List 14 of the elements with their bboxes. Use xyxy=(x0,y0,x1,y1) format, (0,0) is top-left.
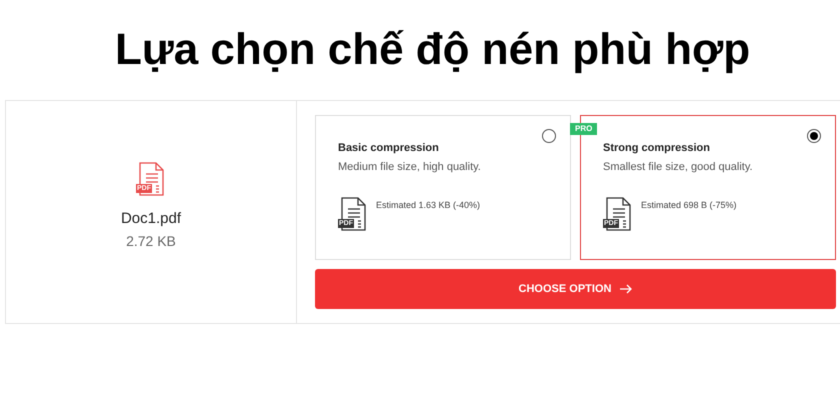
option-description: Medium file size, high quality. xyxy=(338,160,482,174)
page-heading: Lựa chọn chế độ nén phù hợp xyxy=(114,24,752,76)
radio-button[interactable] xyxy=(542,129,556,143)
size-estimate: Estimated 1.63 KB (-40%) xyxy=(376,199,480,212)
file-size: 2.72 KB xyxy=(126,232,176,251)
option-description: Smallest file size, good quality. xyxy=(603,160,754,174)
file-name: Doc1.pdf xyxy=(120,209,182,230)
radio-button[interactable] xyxy=(807,129,821,143)
option-title: Strong compression xyxy=(603,141,711,156)
arrow-icon xyxy=(619,284,632,294)
option-title: Basic compression xyxy=(338,141,440,156)
choose-option-button[interactable]: CHOOSE OPTION xyxy=(315,269,836,309)
pro-badge: PRO xyxy=(570,123,598,135)
size-estimate: Estimated 698 B (-75%) xyxy=(641,199,737,212)
